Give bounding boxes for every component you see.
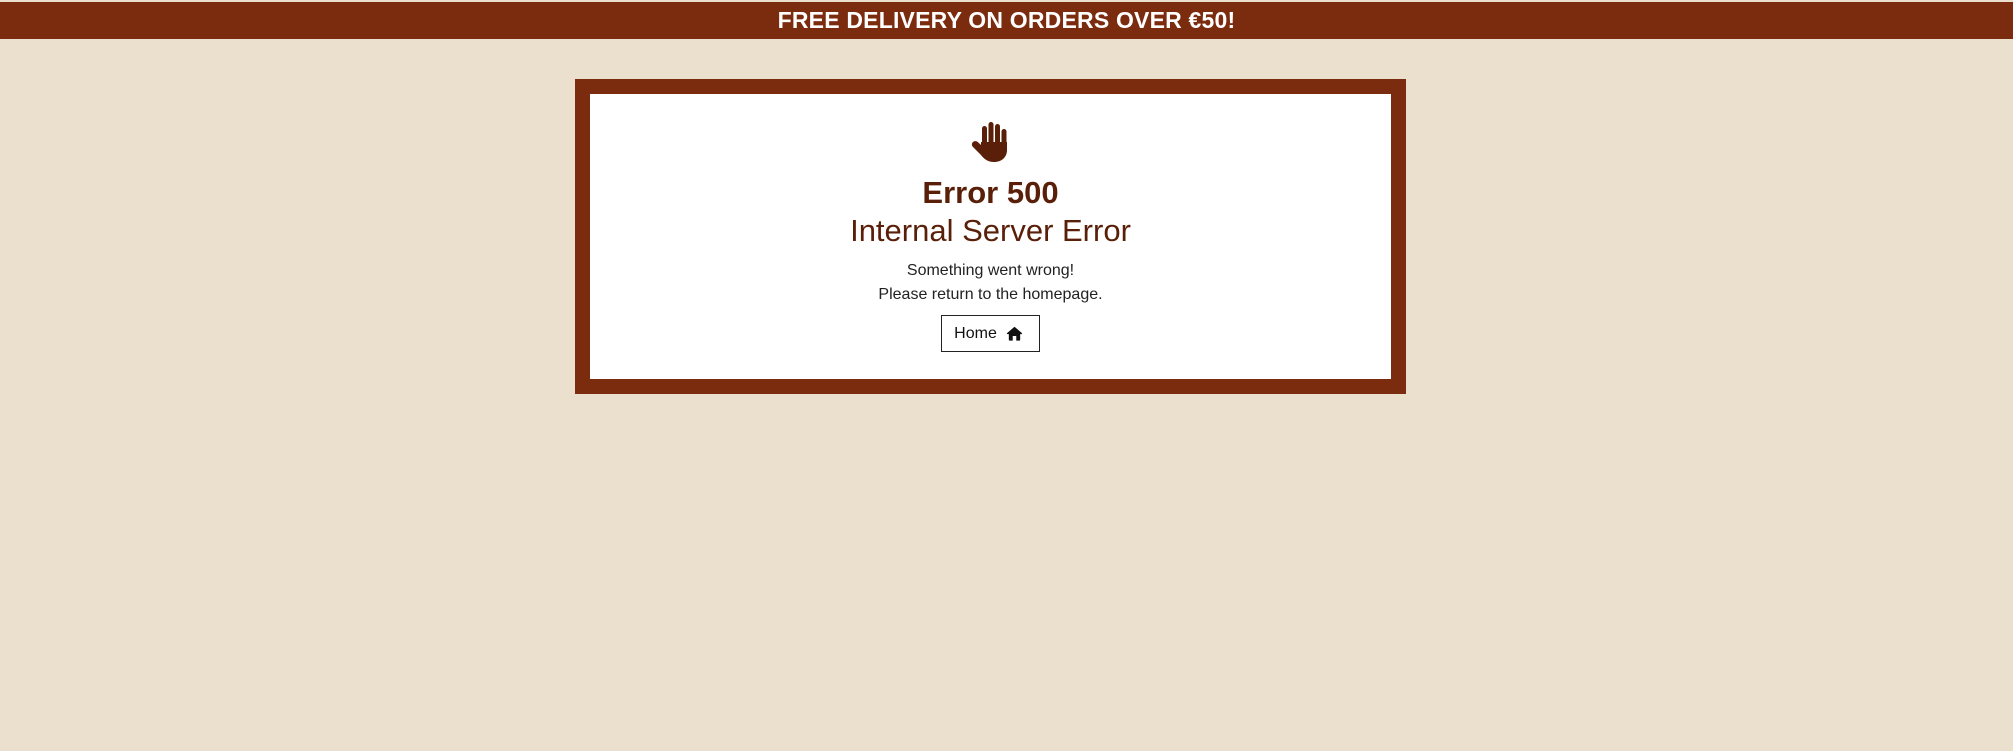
hand-stop-icon — [971, 122, 1007, 162]
free-delivery-banner: FREE DELIVERY ON ORDERS OVER €50! — [0, 2, 2013, 39]
error-message-line-1: Something went wrong! — [906, 262, 1075, 279]
error-card: Error 500 Internal Server Error Somethin… — [590, 94, 1391, 379]
error-panel: Error 500 Internal Server Error Somethin… — [575, 79, 1406, 394]
home-button-label: Home — [954, 324, 997, 342]
home-button[interactable]: Home — [941, 315, 1040, 352]
error-message-line-2: Please return to the homepage. — [878, 286, 1103, 303]
error-title: Internal Server Error — [850, 213, 1131, 248]
home-icon — [1006, 326, 1022, 341]
error-code: Error 500 — [922, 175, 1059, 210]
error-message: Something went wrong! Please return to t… — [878, 259, 1102, 307]
banner-text: FREE DELIVERY ON ORDERS OVER €50! — [777, 7, 1236, 33]
